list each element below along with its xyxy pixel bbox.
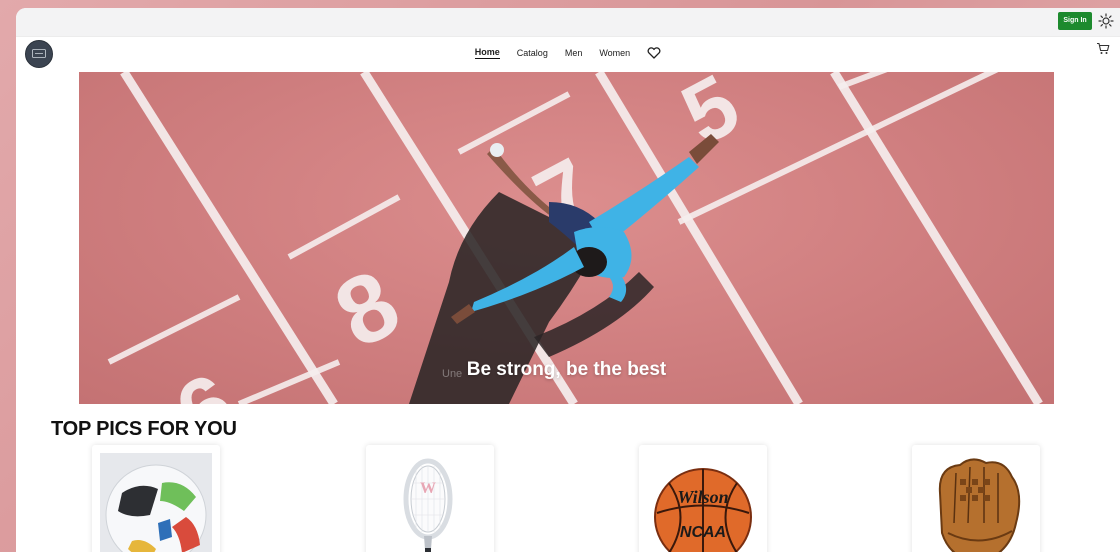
hero-caption: Be strong, be the best: [466, 359, 667, 380]
basketball-league: NCAA: [680, 524, 726, 541]
nav-catalog[interactable]: Catalog: [517, 48, 548, 58]
svg-text:W: W: [420, 480, 436, 497]
baseball-glove-image: [938, 458, 1021, 552]
top-bar: Sign In: [16, 8, 1120, 37]
product-card-soccer-ball[interactable]: [92, 445, 220, 552]
main-nav: Home Catalog Men Women: [16, 42, 1120, 60]
product-card-baseball-glove[interactable]: [912, 445, 1040, 552]
sun-icon[interactable]: [1098, 13, 1114, 29]
section-title: TOP PICS FOR YOU: [51, 418, 237, 440]
hero-banner: 8 7 6 5 Une Be strong, b: [79, 72, 1054, 404]
tennis-racket-image: W: [403, 458, 453, 552]
soccer-ball-image: [100, 453, 212, 552]
basketball-brand: Wilson: [677, 487, 728, 507]
nav-home[interactable]: Home: [474, 47, 500, 59]
sign-in-button[interactable]: Sign In: [1058, 12, 1092, 30]
running-track-image: 8 7 6 5: [107, 72, 1043, 404]
nav-women[interactable]: Women: [599, 48, 630, 58]
track-number-8: 8: [319, 249, 416, 369]
nav-men[interactable]: Men: [565, 48, 583, 58]
product-card-tennis-racket[interactable]: W: [366, 445, 494, 552]
product-card-basketball[interactable]: Wilson NCAA: [639, 445, 767, 552]
browser-window: Sign In Home Catalog Men Women 8 7 5 Une…: [16, 8, 1120, 552]
basketball-image: Wilson NCAA: [654, 468, 752, 552]
heart-icon[interactable]: [647, 47, 661, 59]
cart-icon[interactable]: [1096, 42, 1110, 55]
